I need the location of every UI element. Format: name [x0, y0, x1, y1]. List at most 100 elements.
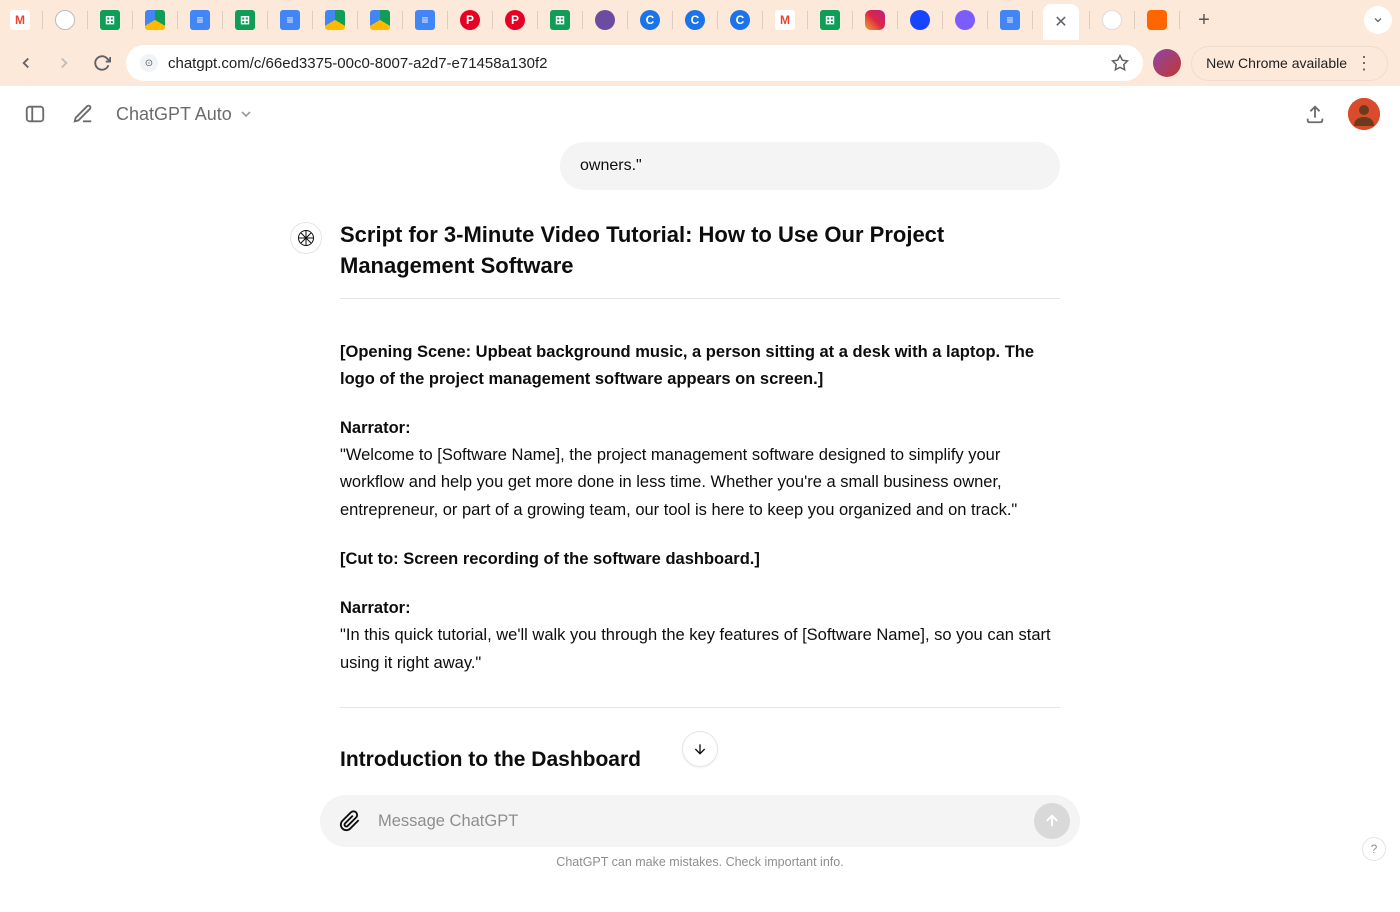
pinterest-icon: P [505, 10, 525, 30]
app-icon: C [685, 10, 705, 30]
tab-sheets-4[interactable]: ⊞ [818, 8, 842, 32]
docs-icon: ≡ [280, 10, 300, 30]
tab-docs-2[interactable]: ≡ [278, 8, 302, 32]
app-icon: C [730, 10, 750, 30]
narrator-block: Narrator: "In this quick tutorial, we'll… [340, 595, 1060, 677]
model-switcher[interactable]: ChatGPT Auto [116, 104, 254, 125]
message-input[interactable]: Message ChatGPT [378, 812, 1020, 831]
help-button[interactable]: ? [1362, 837, 1386, 861]
docs-icon: ≡ [190, 10, 210, 30]
chatgpt-app: ChatGPT Auto owners." Script for 3-Minut… [0, 86, 1400, 875]
tab-gmail[interactable]: M [8, 8, 32, 32]
scroll-to-bottom-button[interactable] [682, 731, 718, 767]
tab-app-8[interactable] [1145, 8, 1169, 32]
tab-separator [717, 11, 718, 29]
tab-app-6[interactable] [953, 8, 977, 32]
forward-button[interactable] [50, 49, 78, 77]
back-button[interactable] [12, 49, 40, 77]
question-icon: ? [1371, 842, 1378, 856]
browser-profile-avatar[interactable] [1153, 49, 1181, 77]
tab-app-5[interactable] [908, 8, 932, 32]
kebab-icon: ⋮ [1355, 53, 1373, 74]
tabs-dropdown-button[interactable] [1364, 6, 1392, 34]
app-icon [1147, 10, 1167, 30]
narrator-text: "Welcome to [Software Name], the project… [340, 446, 1017, 518]
tab-pinterest-1[interactable]: P [458, 8, 482, 32]
tab-separator [762, 11, 763, 29]
tab-separator [627, 11, 628, 29]
user-message-bubble: owners." [560, 142, 1060, 190]
avatar-image [1348, 98, 1380, 130]
scene-direction: [Opening Scene: Upbeat background music,… [340, 339, 1060, 393]
tab-separator [897, 11, 898, 29]
share-button[interactable] [1300, 99, 1330, 129]
tab-separator [852, 11, 853, 29]
send-button[interactable] [1034, 803, 1070, 839]
tab-sheets-3[interactable]: ⊞ [548, 8, 572, 32]
tab-separator [312, 11, 313, 29]
tab-app-3[interactable]: C [683, 8, 707, 32]
tab-app-2[interactable]: C [638, 8, 662, 32]
scene-direction: [Cut to: Screen recording of the softwar… [340, 546, 1060, 573]
arrow-right-icon [55, 54, 73, 72]
reload-button[interactable] [88, 49, 116, 77]
tab-separator [1089, 11, 1090, 29]
message-composer[interactable]: Message ChatGPT [320, 795, 1080, 847]
browser-toolbar: ⊙ chatgpt.com/c/66ed3375-00c0-8007-a2d7-… [0, 40, 1400, 86]
user-avatar[interactable] [1348, 98, 1380, 130]
drive-icon [325, 10, 345, 30]
drive-icon [145, 10, 165, 30]
tab-app-4[interactable]: C [728, 8, 752, 32]
paperclip-icon [339, 810, 361, 832]
tab-docs-3[interactable]: ≡ [413, 8, 437, 32]
pinterest-icon: P [460, 10, 480, 30]
app-icon [955, 10, 975, 30]
tab-app-1[interactable] [593, 8, 617, 32]
attach-file-button[interactable] [336, 807, 364, 835]
tab-active-chatgpt[interactable]: ✕ [1043, 4, 1079, 40]
close-icon[interactable]: ✕ [1054, 12, 1067, 32]
tab-separator [942, 11, 943, 29]
tab-instagram[interactable] [863, 8, 887, 32]
sidebar-toggle-button[interactable] [20, 99, 50, 129]
divider [340, 707, 1060, 708]
tab-docs-1[interactable]: ≡ [188, 8, 212, 32]
docs-icon: ≡ [415, 10, 435, 30]
tab-drive-1[interactable] [143, 8, 167, 32]
narrator-label: Narrator: [340, 599, 411, 617]
response-title: Script for 3-Minute Video Tutorial: How … [340, 220, 1060, 282]
reload-icon [93, 54, 111, 72]
tab-separator [447, 11, 448, 29]
app-icon [910, 10, 930, 30]
tab-gmail-2[interactable]: M [773, 8, 797, 32]
tab-web[interactable] [53, 8, 77, 32]
site-info-icon[interactable]: ⊙ [140, 54, 158, 72]
url-bar[interactable]: ⊙ chatgpt.com/c/66ed3375-00c0-8007-a2d7-… [126, 45, 1143, 81]
chatgpt-logo-icon [296, 228, 316, 248]
tab-separator [402, 11, 403, 29]
tab-drive-3[interactable] [368, 8, 392, 32]
tab-pinterest-2[interactable]: P [503, 8, 527, 32]
tab-separator [267, 11, 268, 29]
tab-sheets-2[interactable]: ⊞ [233, 8, 257, 32]
tab-drive-2[interactable] [323, 8, 347, 32]
tab-sheets-1[interactable]: ⊞ [98, 8, 122, 32]
chrome-update-button[interactable]: New Chrome available ⋮ [1191, 46, 1388, 81]
tab-separator [1179, 11, 1180, 29]
new-tab-button[interactable]: + [1190, 6, 1218, 34]
app-header: ChatGPT Auto [0, 86, 1400, 142]
new-chat-button[interactable] [68, 99, 98, 129]
drive-icon [370, 10, 390, 30]
tab-separator [987, 11, 988, 29]
chevron-down-icon [238, 106, 254, 122]
tab-app-7[interactable] [1100, 8, 1124, 32]
compose-icon [72, 103, 94, 125]
user-message-text: owners." [580, 157, 642, 174]
assistant-message: Script for 3-Minute Video Tutorial: How … [340, 220, 1060, 772]
narrator-block: Narrator: "Welcome to [Software Name], t… [340, 415, 1060, 524]
arrow-down-icon [692, 741, 708, 757]
tab-docs-4[interactable]: ≡ [998, 8, 1022, 32]
bookmark-star-icon[interactable] [1111, 54, 1129, 72]
gmail-icon: M [10, 10, 30, 30]
tab-separator [537, 11, 538, 29]
